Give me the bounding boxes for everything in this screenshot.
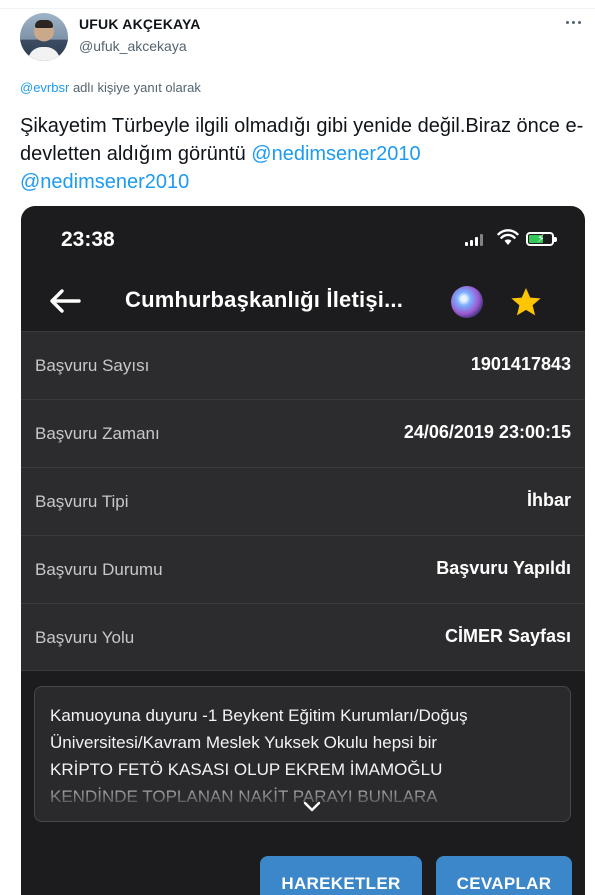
mention-link[interactable]: @nedimsener2010	[251, 143, 420, 165]
tweet-text: Şikayetim Türbeyle ilgili olmadığı gibi …	[20, 112, 588, 196]
detail-row: Başvuru Yolu CİMER Sayfası	[21, 603, 585, 671]
nav-title: Cumhurbaşkanlığı İletişi...	[125, 287, 404, 312]
detail-label: Başvuru Yolu	[35, 628, 135, 647]
detail-value: Başvuru Yapıldı	[436, 558, 571, 578]
back-arrow-icon[interactable]	[47, 286, 83, 316]
avatar[interactable]	[20, 13, 68, 61]
signal-icon	[465, 234, 483, 246]
reply-context: @evrbsr adlı kişiye yanıt olarak	[20, 80, 201, 95]
details-list: Başvuru Sayısı 1901417843 Başvuru Zamanı…	[21, 331, 585, 671]
mention-link[interactable]: @nedimsener2010	[20, 171, 189, 193]
reply-to-link[interactable]: @evrbsr	[20, 80, 69, 95]
detail-value: 24/06/2019 23:00:15	[403, 422, 571, 442]
detail-value: CİMER Sayfası	[444, 626, 571, 646]
detail-row: Başvuru Tipi İhbar	[21, 467, 585, 535]
detail-label: Başvuru Sayısı	[35, 356, 150, 375]
attached-image[interactable]: 23:38 ⚡ Cumhurbaşkanlığı İletişi... Başv…	[21, 206, 585, 895]
detail-row: Başvuru Durumu Başvuru Yapıldı	[21, 535, 585, 603]
wifi-icon	[497, 229, 519, 245]
detail-label: Başvuru Zamanı	[35, 424, 160, 443]
replies-button[interactable]: CEVAPLAR	[436, 856, 572, 895]
detail-label: Başvuru Durumu	[35, 560, 163, 579]
siri-icon[interactable]	[451, 286, 483, 318]
star-icon[interactable]	[509, 286, 543, 318]
detail-row: Başvuru Zamanı 24/06/2019 23:00:15	[21, 399, 585, 467]
movements-button[interactable]: HAREKETLER	[260, 856, 422, 895]
display-name[interactable]: UFUK AKÇEKAYA	[79, 16, 201, 32]
status-time: 23:38	[61, 228, 115, 251]
detail-value: 1901417843	[470, 354, 571, 374]
detail-value: İhbar	[526, 490, 571, 510]
battery-icon: ⚡	[526, 232, 557, 246]
top-divider	[0, 8, 595, 9]
detail-row: Başvuru Sayısı 1901417843	[21, 331, 585, 399]
user-handle[interactable]: @ufuk_akcekaya	[79, 38, 187, 54]
description-box[interactable]: Kamuoyuna duyuru -1 Beykent Eğitim Kurum…	[34, 686, 571, 822]
avatar-hair	[35, 20, 53, 28]
avatar-shirt	[28, 47, 60, 61]
more-options-icon[interactable]	[562, 14, 584, 30]
description-fade	[35, 777, 570, 821]
reply-suffix: adlı kişiye yanıt olarak	[69, 80, 201, 95]
chevron-down-icon[interactable]	[303, 801, 321, 813]
detail-label: Başvuru Tipi	[35, 492, 129, 511]
